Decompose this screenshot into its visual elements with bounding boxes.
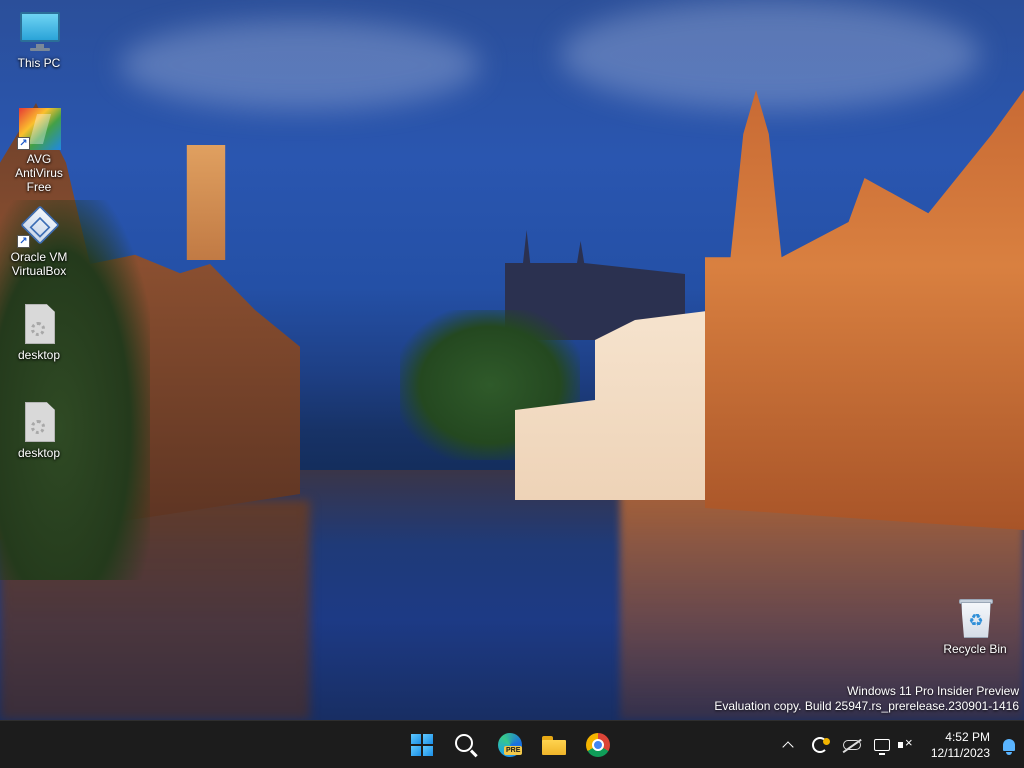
desktop-icon-label: This PC — [17, 56, 61, 70]
monitor-icon — [17, 10, 61, 54]
wallpaper-belfry-tower — [186, 145, 226, 260]
desktop-icon-recycle-bin[interactable]: ♻ Recycle Bin — [937, 596, 1013, 656]
wallpaper-cloud — [120, 20, 480, 110]
windows-start-icon — [411, 734, 433, 756]
desktop-icon-label: Recycle Bin — [943, 642, 1007, 656]
chrome-icon — [586, 733, 610, 757]
file-settings-icon — [17, 302, 61, 346]
windows-watermark: Windows 11 Pro Insider Preview Evaluatio… — [714, 684, 1019, 714]
wallpaper-buildings-right — [705, 90, 1024, 530]
chrome-button[interactable] — [578, 725, 618, 765]
desktop-wallpaper — [0, 0, 1024, 720]
show-hidden-icons-button[interactable] — [772, 725, 804, 765]
avg-antivirus-icon: ↗ — [17, 106, 61, 150]
search-icon — [455, 734, 473, 752]
desktop-icon-desktop-file[interactable]: desktop — [1, 302, 77, 362]
desktop-icon-this-pc[interactable]: This PC — [1, 10, 77, 70]
file-settings-icon — [17, 400, 61, 444]
shortcut-arrow-icon: ↗ — [17, 137, 30, 150]
clock-date: 12/11/2023 — [930, 746, 990, 760]
taskbar: 4:52 PM 12/11/2023 — [0, 720, 1024, 768]
shortcut-arrow-icon: ↗ — [17, 235, 30, 248]
sync-icon — [812, 737, 830, 753]
clock-button[interactable]: 4:52 PM 12/11/2023 — [920, 725, 994, 765]
volume-muted-icon — [898, 735, 914, 752]
desktop-icon-label: Oracle VM VirtualBox — [10, 250, 68, 278]
network-volume-button[interactable] — [868, 725, 920, 765]
sync-status-button[interactable] — [804, 725, 836, 765]
system-tray: 4:52 PM 12/11/2023 — [772, 721, 1024, 768]
wallpaper-cloud — [560, 0, 980, 110]
network-icon — [874, 739, 890, 755]
folder-icon — [542, 735, 566, 755]
edge-preview-icon — [498, 733, 523, 757]
search-button[interactable] — [446, 725, 486, 765]
desktop-icon-label: desktop — [17, 446, 61, 460]
file-explorer-button[interactable] — [534, 725, 574, 765]
cloud-off-icon — [843, 740, 861, 750]
watermark-edition: Windows 11 Pro Insider Preview — [847, 684, 1019, 698]
desktop-icon-label: AVG AntiVirus Free — [15, 152, 63, 194]
edge-preview-button[interactable] — [490, 725, 530, 765]
watermark-build: Evaluation copy. Build 25947.rs_prerelea… — [714, 699, 1019, 713]
desktop-icon-virtualbox[interactable]: ↗ Oracle VM VirtualBox — [1, 204, 77, 278]
chevron-up-icon — [782, 741, 794, 753]
desktop-icon-label: desktop — [17, 348, 61, 362]
recycle-bin-icon: ♻ — [953, 596, 997, 640]
start-button[interactable] — [402, 725, 442, 765]
onedrive-status-button[interactable] — [836, 725, 868, 765]
notifications-button[interactable] — [994, 725, 1024, 765]
virtualbox-icon: ↗ — [17, 204, 61, 248]
clock-time: 4:52 PM — [945, 730, 990, 744]
notification-bell-icon — [1003, 739, 1015, 755]
taskbar-pinned-apps — [402, 721, 618, 768]
desktop-icon-avg-antivirus[interactable]: ↗ AVG AntiVirus Free — [1, 106, 77, 194]
desktop-icon-desktop-file[interactable]: desktop — [1, 400, 77, 460]
